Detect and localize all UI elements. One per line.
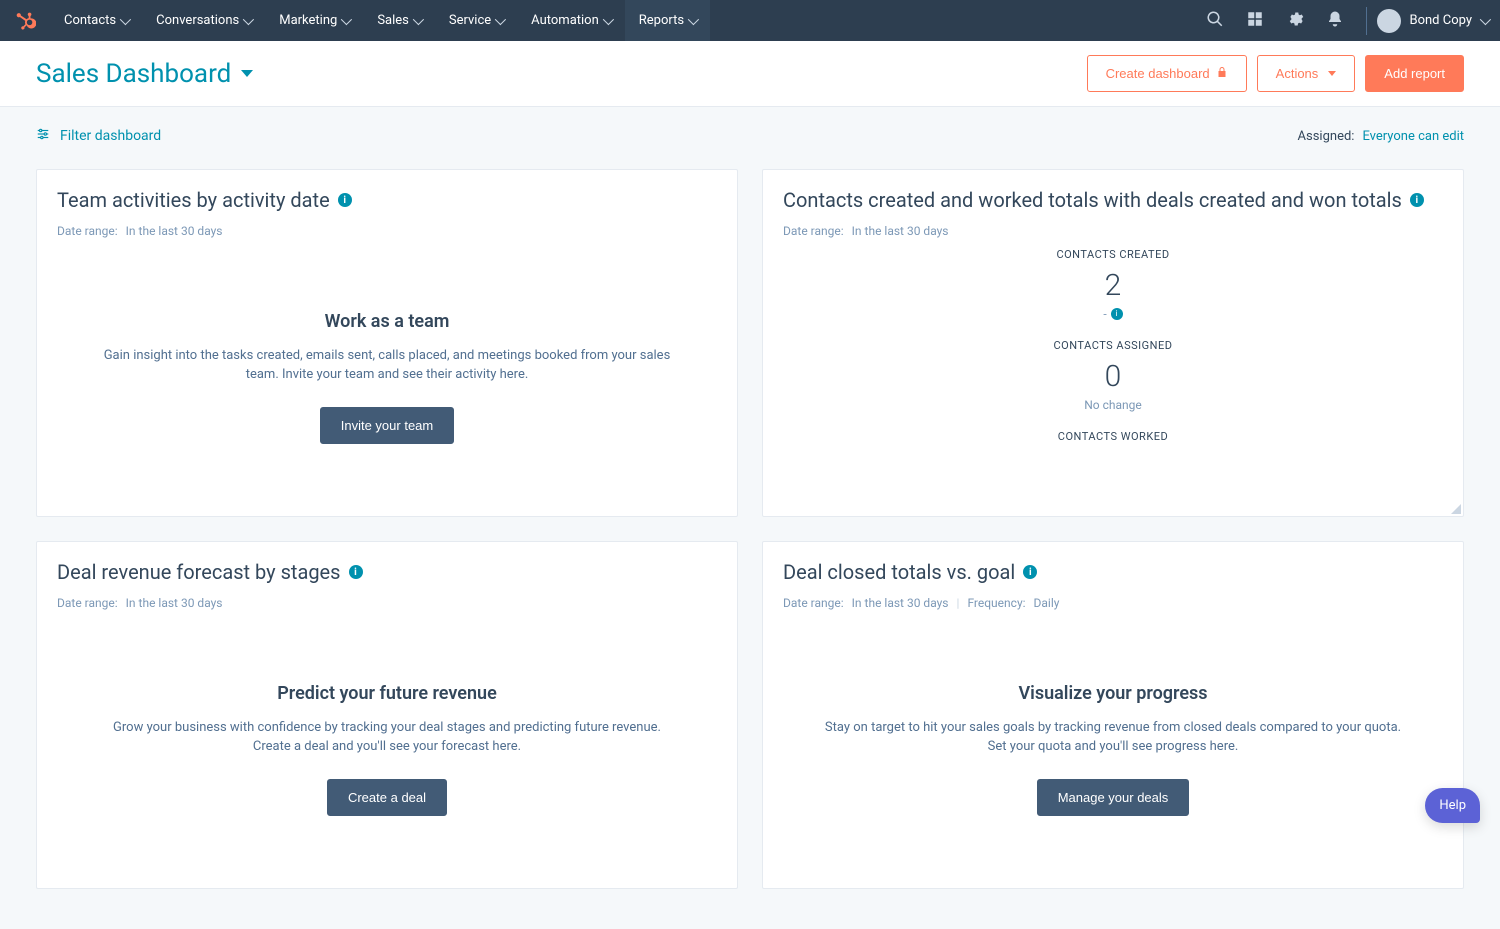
card-team-activities: Team activities by activity date i Date … xyxy=(36,169,738,517)
assigned-value-link[interactable]: Everyone can edit xyxy=(1362,129,1464,144)
dashboard-grid: Team activities by activity date i Date … xyxy=(0,157,1500,929)
user-menu[interactable]: Bond Copy xyxy=(1377,9,1488,33)
range-label: Date range: xyxy=(57,224,118,238)
card-title: Deal closed totals vs. goal xyxy=(783,560,1015,584)
range-value: In the last 30 days xyxy=(852,596,949,610)
chevron-down-icon xyxy=(341,13,352,24)
create-deal-button[interactable]: Create a deal xyxy=(327,779,447,816)
chevron-down-icon xyxy=(688,13,699,24)
card-revenue-forecast: Deal revenue forecast by stages i Date r… xyxy=(36,541,738,889)
info-icon[interactable]: i xyxy=(349,565,363,579)
hubspot-logo[interactable] xyxy=(0,10,50,32)
nav-contacts[interactable]: Contacts xyxy=(50,0,142,41)
empty-desc: Stay on target to hit your sales goals b… xyxy=(823,718,1403,757)
filter-icon xyxy=(36,127,50,145)
chevron-down-icon xyxy=(243,13,254,24)
range-label: Date range: xyxy=(783,224,844,238)
avatar xyxy=(1377,9,1401,33)
stat-contacts-assigned: CONTACTS ASSIGNED 0 No change xyxy=(763,339,1463,412)
actions-button[interactable]: Actions xyxy=(1257,55,1356,92)
chevron-down-icon xyxy=(495,13,506,24)
stat-contacts-created: CONTACTS CREATED 2 -i xyxy=(763,248,1463,321)
marketplace-icon[interactable] xyxy=(1246,10,1264,32)
help-button[interactable]: Help xyxy=(1425,788,1480,823)
empty-title: Work as a team xyxy=(325,311,450,332)
invite-team-button[interactable]: Invite your team xyxy=(320,407,455,444)
caret-down-icon xyxy=(1328,71,1336,76)
page-title: Sales Dashboard xyxy=(36,59,231,89)
create-dashboard-button[interactable]: Create dashboard xyxy=(1087,55,1247,92)
manage-deals-button[interactable]: Manage your deals xyxy=(1037,779,1190,816)
nav-marketing[interactable]: Marketing xyxy=(265,0,363,41)
info-icon[interactable]: i xyxy=(1111,308,1123,320)
nav-service[interactable]: Service xyxy=(435,0,517,41)
user-name: Bond Copy xyxy=(1409,13,1472,28)
nav-icons xyxy=(1206,10,1356,32)
nav-conversations[interactable]: Conversations xyxy=(142,0,265,41)
add-report-button[interactable]: Add report xyxy=(1365,55,1464,92)
caret-down-icon xyxy=(241,70,253,77)
settings-icon[interactable] xyxy=(1286,10,1304,32)
card-title: Deal revenue forecast by stages xyxy=(57,560,341,584)
chevron-down-icon xyxy=(1480,13,1491,24)
stat-contacts-worked: CONTACTS WORKED xyxy=(763,430,1463,443)
nav-automation[interactable]: Automation xyxy=(517,0,625,41)
lock-icon xyxy=(1216,66,1228,81)
empty-desc: Gain insight into the tasks created, ema… xyxy=(97,346,677,385)
notifications-icon[interactable] xyxy=(1326,10,1344,32)
empty-title: Visualize your progress xyxy=(1018,683,1207,704)
card-title: Team activities by activity date xyxy=(57,188,330,212)
freq-label: Frequency: xyxy=(967,596,1025,610)
header-actions: Create dashboard Actions Add report xyxy=(1087,55,1464,92)
range-value: In the last 30 days xyxy=(852,224,949,238)
chevron-down-icon xyxy=(120,13,131,24)
assigned-info: Assigned: Everyone can edit xyxy=(1298,129,1464,144)
stats-scroll[interactable]: CONTACTS CREATED 2 -i CONTACTS ASSIGNED … xyxy=(763,248,1463,498)
filter-bar: Filter dashboard Assigned: Everyone can … xyxy=(0,107,1500,157)
info-icon[interactable]: i xyxy=(338,193,352,207)
range-label: Date range: xyxy=(783,596,844,610)
chevron-down-icon xyxy=(413,13,424,24)
range-value: In the last 30 days xyxy=(126,224,223,238)
page-header: Sales Dashboard Create dashboard Actions… xyxy=(0,41,1500,107)
resize-handle-icon[interactable] xyxy=(1449,502,1461,514)
freq-value: Daily xyxy=(1034,596,1060,610)
nav-sales[interactable]: Sales xyxy=(363,0,435,41)
card-deal-closed: Deal closed totals vs. goal i Date range… xyxy=(762,541,1464,889)
card-contacts-totals: Contacts created and worked totals with … xyxy=(762,169,1464,517)
chevron-down-icon xyxy=(603,13,614,24)
range-value: In the last 30 days xyxy=(126,596,223,610)
nav-reports[interactable]: Reports xyxy=(625,0,710,41)
range-label: Date range: xyxy=(57,596,118,610)
assigned-label: Assigned: xyxy=(1298,129,1355,144)
dashboard-selector[interactable]: Sales Dashboard xyxy=(36,59,253,89)
search-icon[interactable] xyxy=(1206,10,1224,32)
card-title: Contacts created and worked totals with … xyxy=(783,188,1402,212)
info-icon[interactable]: i xyxy=(1410,193,1424,207)
empty-desc: Grow your business with confidence by tr… xyxy=(97,718,677,757)
empty-title: Predict your future revenue xyxy=(277,683,497,704)
info-icon[interactable]: i xyxy=(1023,565,1037,579)
top-nav: Contacts Conversations Marketing Sales S… xyxy=(0,0,1500,41)
nav-items: Contacts Conversations Marketing Sales S… xyxy=(50,0,710,41)
nav-divider xyxy=(1366,7,1367,35)
filter-dashboard-button[interactable]: Filter dashboard xyxy=(36,127,161,145)
